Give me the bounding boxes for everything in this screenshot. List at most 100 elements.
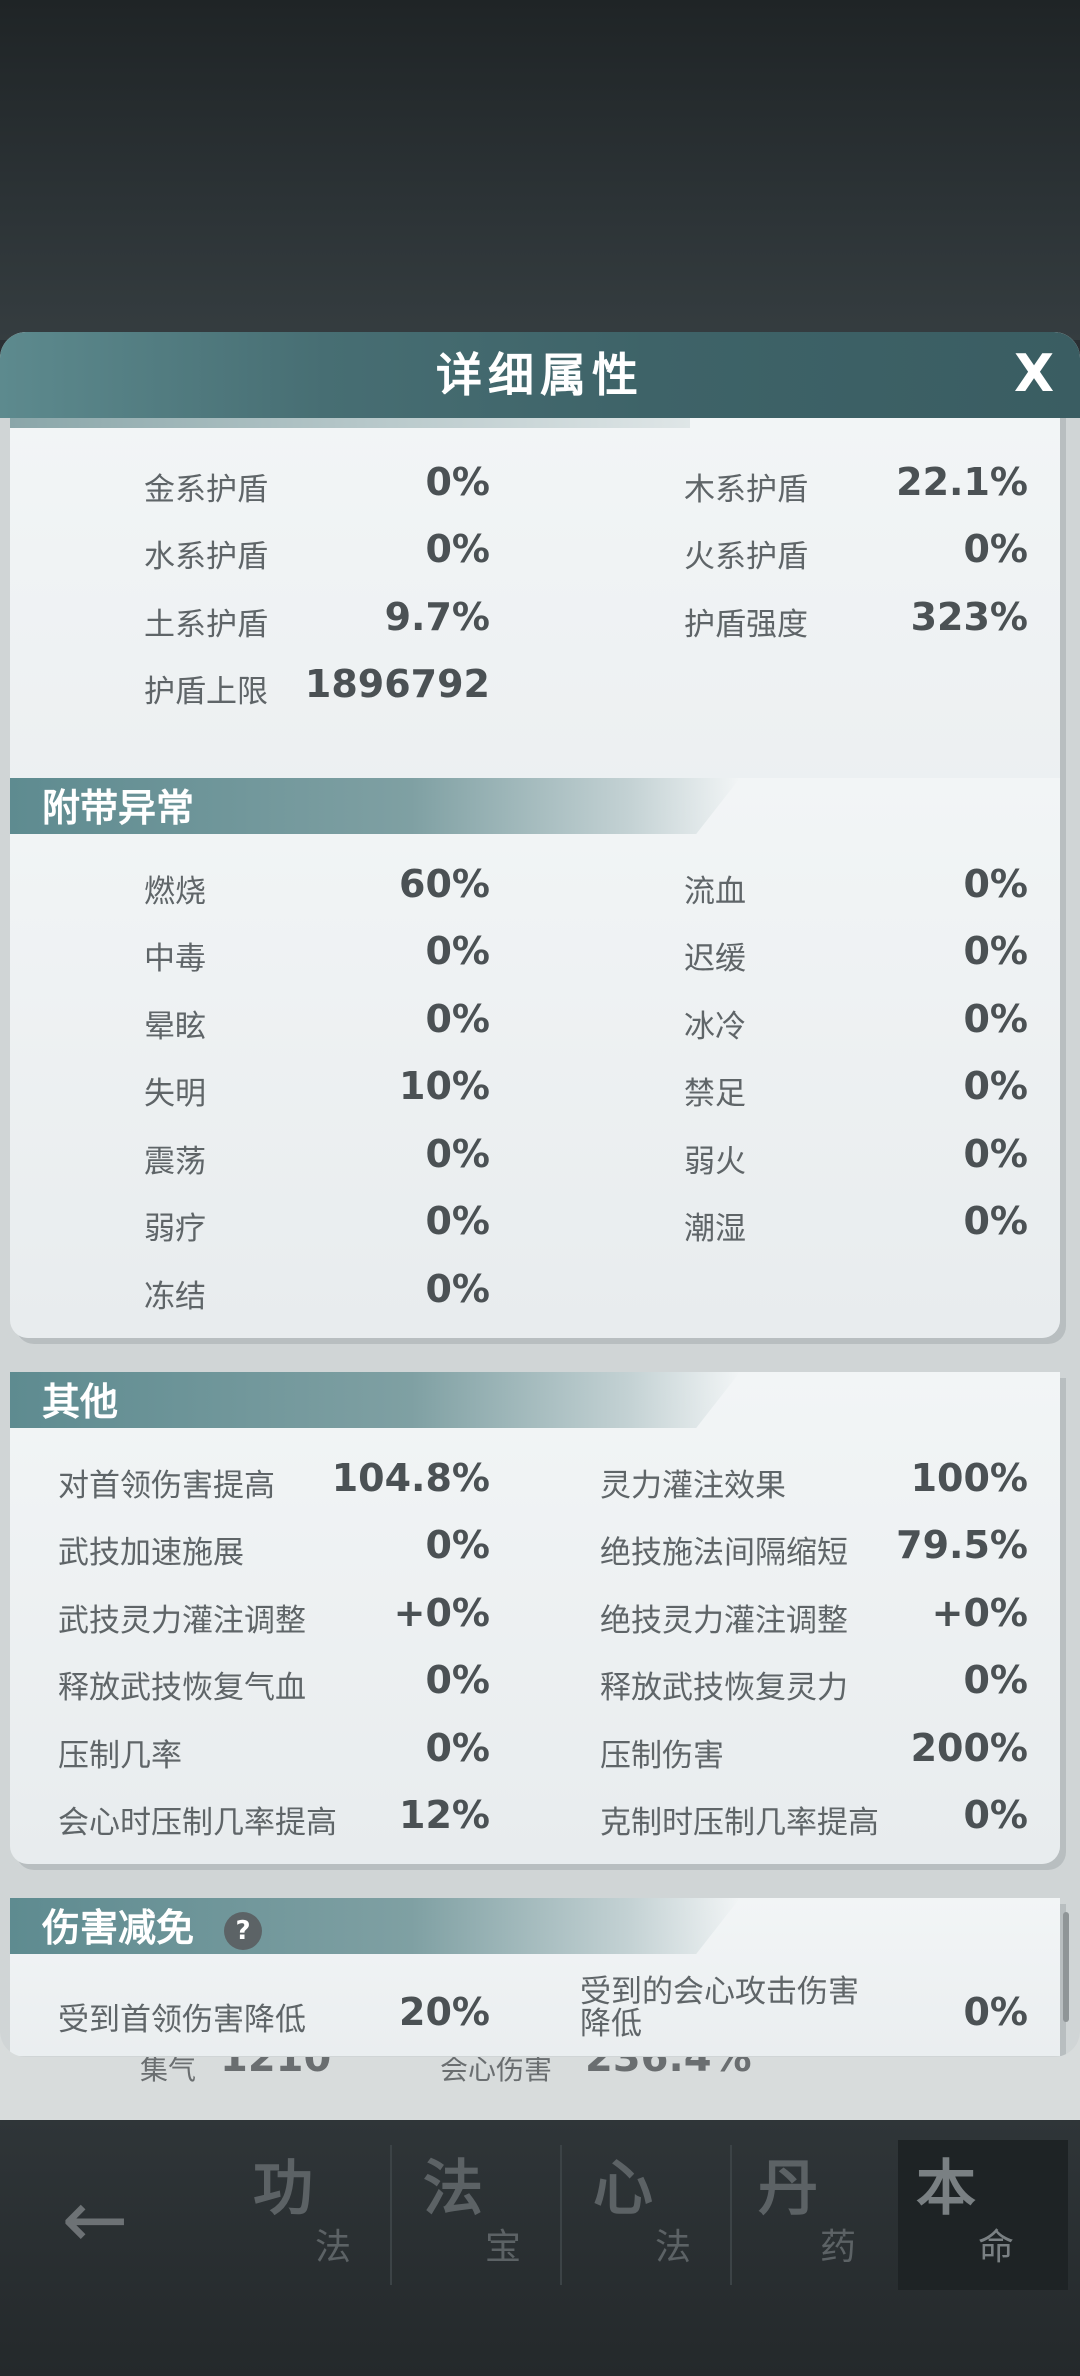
stat-value: 0% bbox=[425, 1132, 490, 1176]
stat-value: 0% bbox=[425, 527, 490, 571]
modal-title: 详细属性 bbox=[436, 348, 644, 402]
section-tab-remnant bbox=[10, 418, 690, 428]
stat-label: 绝技灵力灌注调整 bbox=[600, 1603, 848, 1639]
stat-value: 0% bbox=[425, 929, 490, 973]
stat-label: 受到的会心攻击伤害降低 bbox=[580, 1974, 859, 2042]
section-title: 伤害减免 bbox=[42, 1905, 195, 1950]
stat-value: 200% bbox=[910, 1726, 1028, 1770]
nav-tab-subchar: 药 bbox=[820, 2227, 857, 2268]
stat-value: 0% bbox=[963, 1658, 1028, 1702]
stat-label: 失明 bbox=[144, 1076, 206, 1112]
nav-tab-subchar: 命 bbox=[978, 2227, 1015, 2268]
stat-label: 晕眩 bbox=[144, 1009, 206, 1045]
stat-value: 20% bbox=[399, 1990, 490, 2034]
stat-label: 禁足 bbox=[684, 1076, 746, 1112]
stat-value: 0% bbox=[425, 1523, 490, 1567]
nav-tab-danyao[interactable]: 丹 药 bbox=[740, 2140, 900, 2290]
stat-value: 0% bbox=[963, 1064, 1028, 1108]
nav-tab-char: 法 bbox=[423, 2154, 483, 2224]
back-arrow-icon[interactable]: ← bbox=[40, 2170, 150, 2270]
stat-label: 迟缓 bbox=[684, 941, 746, 977]
nav-tab-subchar: 法 bbox=[315, 2227, 352, 2268]
status-effects-card: 附带异常 燃烧 60% 流血 0% 中毒 0% 迟缓 0% 晕眩 0% 冰冷 0… bbox=[10, 778, 1060, 1338]
stat-value: 0% bbox=[963, 1132, 1028, 1176]
stat-label: 护盾上限 bbox=[144, 674, 268, 710]
stat-value: 104.8% bbox=[331, 1456, 490, 1500]
stat-label: 灵力灌注效果 bbox=[600, 1468, 786, 1504]
stat-label: 潮湿 bbox=[684, 1211, 746, 1247]
stat-label: 护盾强度 bbox=[684, 607, 808, 643]
stat-label: 武技灵力灌注调整 bbox=[58, 1603, 306, 1639]
stat-label: 弱疗 bbox=[144, 1211, 206, 1247]
nav-tab-xinfa[interactable]: 心 法 bbox=[575, 2140, 735, 2290]
damage-reduction-card: 伤害减免 ? 受到首领伤害降低 20% 受到的会心攻击伤害降低 0% bbox=[10, 1898, 1060, 2056]
section-title: 其他 bbox=[42, 1379, 119, 1424]
stat-label: 金系护盾 bbox=[144, 472, 268, 508]
stat-value: 323% bbox=[910, 595, 1028, 639]
stat-value: 79.5% bbox=[896, 1523, 1028, 1567]
stat-value: 22.1% bbox=[896, 460, 1028, 504]
stat-label: 火系护盾 bbox=[684, 539, 808, 575]
stat-label: 受到首领伤害降低 bbox=[58, 2002, 306, 2038]
stat-label: 武技加速施展 bbox=[58, 1535, 244, 1571]
scrollbar[interactable] bbox=[1063, 1912, 1069, 2022]
stat-value: 0% bbox=[963, 997, 1028, 1041]
background-top bbox=[0, 0, 1080, 340]
stat-label: 冻结 bbox=[144, 1279, 206, 1315]
section-title: 附带异常 bbox=[42, 785, 195, 830]
stat-value: +0% bbox=[931, 1591, 1028, 1635]
stat-label: 压制几率 bbox=[58, 1738, 182, 1774]
nav-divider bbox=[390, 2145, 392, 2285]
stat-value: 10% bbox=[399, 1064, 490, 1108]
stat-label: 燃烧 bbox=[144, 874, 206, 910]
stat-value: 0% bbox=[963, 862, 1028, 906]
stat-label: 对首领伤害提高 bbox=[58, 1468, 275, 1504]
nav-tab-fabao[interactable]: 法 宝 bbox=[405, 2140, 565, 2290]
modal-header: 详细属性 X bbox=[0, 332, 1080, 418]
stat-label: 克制时压制几率提高 bbox=[600, 1805, 879, 1841]
nav-tab-benming[interactable]: 本 命 bbox=[898, 2140, 1068, 2290]
stat-label: 木系护盾 bbox=[684, 472, 808, 508]
stat-value: 0% bbox=[963, 1990, 1028, 2034]
stat-value: 0% bbox=[963, 1199, 1028, 1243]
nav-divider bbox=[730, 2145, 732, 2285]
stat-label: 释放武技恢复气血 bbox=[58, 1670, 306, 1706]
stat-value: 0% bbox=[425, 1267, 490, 1311]
nav-tab-char: 本 bbox=[916, 2154, 976, 2224]
stat-value: 0% bbox=[963, 1793, 1028, 1837]
stat-label: 流血 bbox=[684, 874, 746, 910]
stat-label: 水系护盾 bbox=[144, 539, 268, 575]
stat-value: 0% bbox=[425, 460, 490, 504]
stat-label: 弱火 bbox=[684, 1144, 746, 1180]
stat-label: 震荡 bbox=[144, 1144, 206, 1180]
stat-value: +0% bbox=[393, 1591, 490, 1635]
stat-label: 压制伤害 bbox=[600, 1738, 724, 1774]
nav-tab-subchar: 法 bbox=[655, 2227, 692, 2268]
stat-value: 12% bbox=[399, 1793, 490, 1837]
stat-value: 0% bbox=[425, 1658, 490, 1702]
stat-label: 土系护盾 bbox=[144, 607, 268, 643]
stat-value: 0% bbox=[425, 1199, 490, 1243]
stat-value: 0% bbox=[963, 527, 1028, 571]
stat-label: 释放武技恢复灵力 bbox=[600, 1670, 848, 1706]
stat-label: 绝技施法间隔缩短 bbox=[600, 1535, 848, 1571]
stat-label: 中毒 bbox=[144, 941, 206, 977]
stat-label: 冰冷 bbox=[684, 1009, 746, 1045]
stat-value: 1896792 bbox=[304, 662, 490, 706]
nav-tab-gongfa[interactable]: 功 法 bbox=[235, 2140, 395, 2290]
detail-attributes-modal: 详细属性 X 金系护盾 0% 木系护盾 22.1% 水系护盾 0% 火系护盾 0… bbox=[0, 332, 1080, 2057]
nav-tab-char: 心 bbox=[593, 2154, 653, 2224]
nav-tab-char: 丹 bbox=[758, 2154, 818, 2224]
help-icon[interactable]: ? bbox=[224, 1912, 262, 1950]
stat-value: 100% bbox=[910, 1456, 1028, 1500]
stat-value: 0% bbox=[425, 1726, 490, 1770]
close-button[interactable]: X bbox=[1004, 344, 1064, 404]
stat-value: 0% bbox=[963, 929, 1028, 973]
section-header-bar bbox=[10, 1372, 740, 1428]
attributes-scroll-area[interactable]: 金系护盾 0% 木系护盾 22.1% 水系护盾 0% 火系护盾 0% 土系护盾 … bbox=[0, 418, 1080, 2056]
stat-value: 60% bbox=[399, 862, 490, 906]
nav-tab-char: 功 bbox=[253, 2154, 313, 2224]
stat-value: 9.7% bbox=[384, 595, 490, 639]
other-attributes-card: 其他 对首领伤害提高 104.8% 灵力灌注效果 100% 武技加速施展 0% … bbox=[10, 1372, 1060, 1864]
stat-value: 0% bbox=[425, 997, 490, 1041]
